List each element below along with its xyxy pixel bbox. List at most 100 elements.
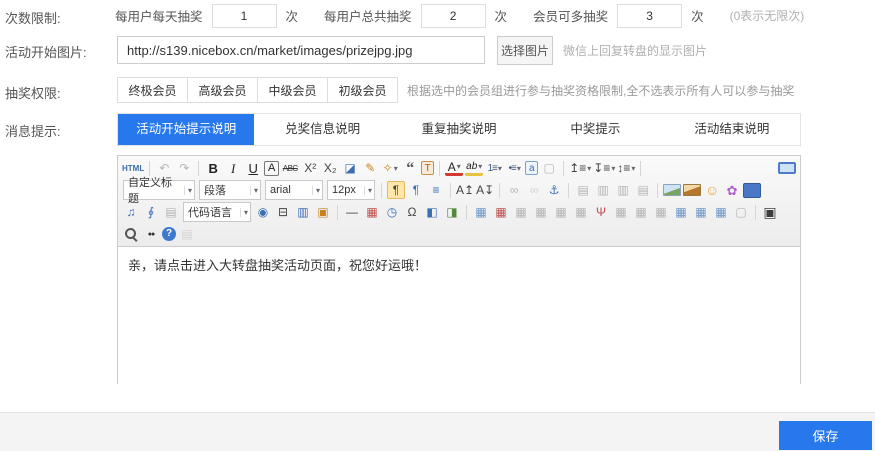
delete-row-icon[interactable]: ▦: [632, 203, 650, 221]
help-icon[interactable]: ?: [162, 227, 176, 241]
iframe-icon[interactable]: ▣: [314, 203, 332, 221]
clock-icon[interactable]: ◷: [383, 203, 401, 221]
bold-icon[interactable]: B: [204, 159, 222, 177]
special-char-icon[interactable]: Ω: [403, 203, 421, 221]
code-globe-icon[interactable]: ◉: [254, 203, 272, 221]
italic-icon[interactable]: I: [224, 159, 242, 177]
new-document-icon[interactable]: ▢: [540, 159, 558, 177]
chevron-down-icon: ▾: [587, 160, 591, 177]
delete-col-icon[interactable]: ▦: [652, 203, 670, 221]
image-align-left-icon[interactable]: ▤: [574, 181, 592, 199]
font-color-icon[interactable]: A▾: [445, 160, 463, 176]
message-tab[interactable]: 重复抽奖说明: [391, 114, 527, 145]
message-tab[interactable]: 活动开始提示说明: [118, 114, 254, 145]
image-icon[interactable]: [663, 184, 681, 196]
anchor-icon[interactable]: ⚓: [545, 181, 563, 199]
limits-hint: (0表示无限次): [730, 7, 805, 24]
media-icon[interactable]: [743, 183, 761, 198]
table-grid-icon[interactable]: ▦: [712, 203, 730, 221]
code-language-select[interactable]: 代码语言▾: [183, 202, 251, 222]
unordered-list-icon[interactable]: •≡▾: [505, 159, 523, 177]
toolbar-row: HTML↶↷BIUAABCX²X₂◪✎✧▾“TA▾ab▾1≡▾•≡▾a▢↥≡▾↧…: [121, 157, 797, 179]
attachment-icon[interactable]: ∮: [142, 203, 160, 221]
member-group-button[interactable]: 高级会员: [187, 77, 258, 103]
image-align-center-icon[interactable]: ▥: [594, 181, 612, 199]
margin-bottom-icon[interactable]: ↧≡▾: [593, 159, 615, 177]
limits-row: 每用户每天抽奖次每用户总共抽奖次会员可多抽奖次(0表示无限次): [115, 2, 804, 29]
message-tab[interactable]: 活动结束说明: [664, 114, 800, 145]
map-icon[interactable]: ◨: [443, 203, 461, 221]
chevron-down-icon: ▾: [364, 186, 372, 195]
limit-count-input[interactable]: [421, 4, 486, 28]
ltr-icon[interactable]: ¶: [387, 181, 405, 199]
subscript-icon[interactable]: X₂: [321, 159, 339, 177]
chart-icon[interactable]: ◧: [423, 203, 441, 221]
limit-count-input[interactable]: [617, 4, 682, 28]
paste-icon[interactable]: ▤: [178, 225, 196, 243]
member-group-button[interactable]: 初级会员: [327, 77, 398, 103]
split-cell-icon[interactable]: Ψ: [592, 203, 610, 221]
heading-select[interactable]: 自定义标题▾: [123, 180, 195, 200]
margin-top-icon[interactable]: ↥≡▾: [569, 159, 591, 177]
anchor-style-icon[interactable]: a: [525, 161, 538, 175]
superscript-icon[interactable]: X²: [301, 159, 319, 177]
highlight-color-icon[interactable]: ab▾: [465, 160, 483, 176]
paste-plain-icon[interactable]: T: [421, 161, 434, 175]
member-group-button[interactable]: 终极会员: [117, 77, 188, 103]
table-delete-icon[interactable]: ▦: [492, 203, 510, 221]
underline-icon[interactable]: U: [244, 159, 262, 177]
page-break-icon[interactable]: ⊟: [274, 203, 292, 221]
small-file-icon[interactable]: ▤: [162, 203, 180, 221]
indent-icon[interactable]: ≡: [427, 181, 445, 199]
strikethrough-icon[interactable]: ABC: [281, 159, 299, 177]
message-tab[interactable]: 兑奖信息说明: [254, 114, 390, 145]
save-button[interactable]: 保存: [779, 421, 872, 450]
table-insert-icon[interactable]: ▦: [472, 203, 490, 221]
calendar-icon[interactable]: ▦: [363, 203, 381, 221]
merge-cell-icon[interactable]: ▦: [612, 203, 630, 221]
image-upload-icon[interactable]: [683, 184, 701, 196]
quick-format-icon[interactable]: ✧▾: [381, 159, 399, 177]
font-size-select[interactable]: 12px▾: [327, 180, 375, 200]
image-url-input[interactable]: [117, 36, 485, 64]
unlink-icon[interactable]: ∞: [525, 181, 543, 199]
chevron-down-icon: ▾: [498, 160, 501, 177]
ordered-list-icon[interactable]: 1≡▾: [485, 159, 503, 177]
columns-icon[interactable]: ▥: [294, 203, 312, 221]
paragraph-select[interactable]: 段落▾: [199, 180, 261, 200]
message-tab[interactable]: 中奖提示: [527, 114, 663, 145]
find-replace-icon[interactable]: ●●: [142, 225, 160, 243]
font-size-up-icon[interactable]: A↥: [456, 181, 474, 199]
font-family-select[interactable]: arial▾: [265, 180, 323, 200]
limit-count-input[interactable]: [212, 4, 277, 28]
preview-icon[interactable]: [122, 225, 140, 243]
insert-col-icon[interactable]: ▦: [572, 203, 590, 221]
choose-image-button[interactable]: 选择图片: [497, 36, 553, 65]
table-prop-icon[interactable]: ▦: [512, 203, 530, 221]
print-icon[interactable]: ▣: [761, 203, 779, 221]
format-brush-icon[interactable]: ✎: [361, 159, 379, 177]
page-template-icon[interactable]: ▢: [732, 203, 750, 221]
font-style-icon[interactable]: A: [264, 161, 279, 176]
image-block-icon[interactable]: ▤: [634, 181, 652, 199]
insert-row-icon[interactable]: ▦: [552, 203, 570, 221]
cell-prop-icon[interactable]: ▦: [532, 203, 550, 221]
toolbar-separator: [337, 205, 338, 220]
horizontal-rule-icon[interactable]: —: [343, 203, 361, 221]
toolbar-separator: [466, 205, 467, 220]
emoticon-icon[interactable]: ☺: [703, 181, 721, 199]
music-icon[interactable]: ♫: [122, 203, 140, 221]
blockquote-icon[interactable]: “: [401, 159, 419, 177]
member-group-button[interactable]: 中级会员: [257, 77, 328, 103]
palette-icon[interactable]: ✿: [723, 181, 741, 199]
line-height-icon[interactable]: ↕≡▾: [617, 159, 635, 177]
fullscreen-icon[interactable]: [778, 162, 796, 174]
editor-content[interactable]: 亲，请点击进入大转盘抽奖活动页面，祝您好运哦！: [118, 247, 800, 385]
table-header-icon[interactable]: ▦: [672, 203, 690, 221]
image-align-right-icon[interactable]: ▥: [614, 181, 632, 199]
rtl-icon[interactable]: ¶: [407, 181, 425, 199]
font-size-down-icon[interactable]: A↧: [476, 181, 494, 199]
link-icon[interactable]: ∞: [505, 181, 523, 199]
table-border-icon[interactable]: ▦: [692, 203, 710, 221]
remove-format-icon[interactable]: ◪: [341, 159, 359, 177]
